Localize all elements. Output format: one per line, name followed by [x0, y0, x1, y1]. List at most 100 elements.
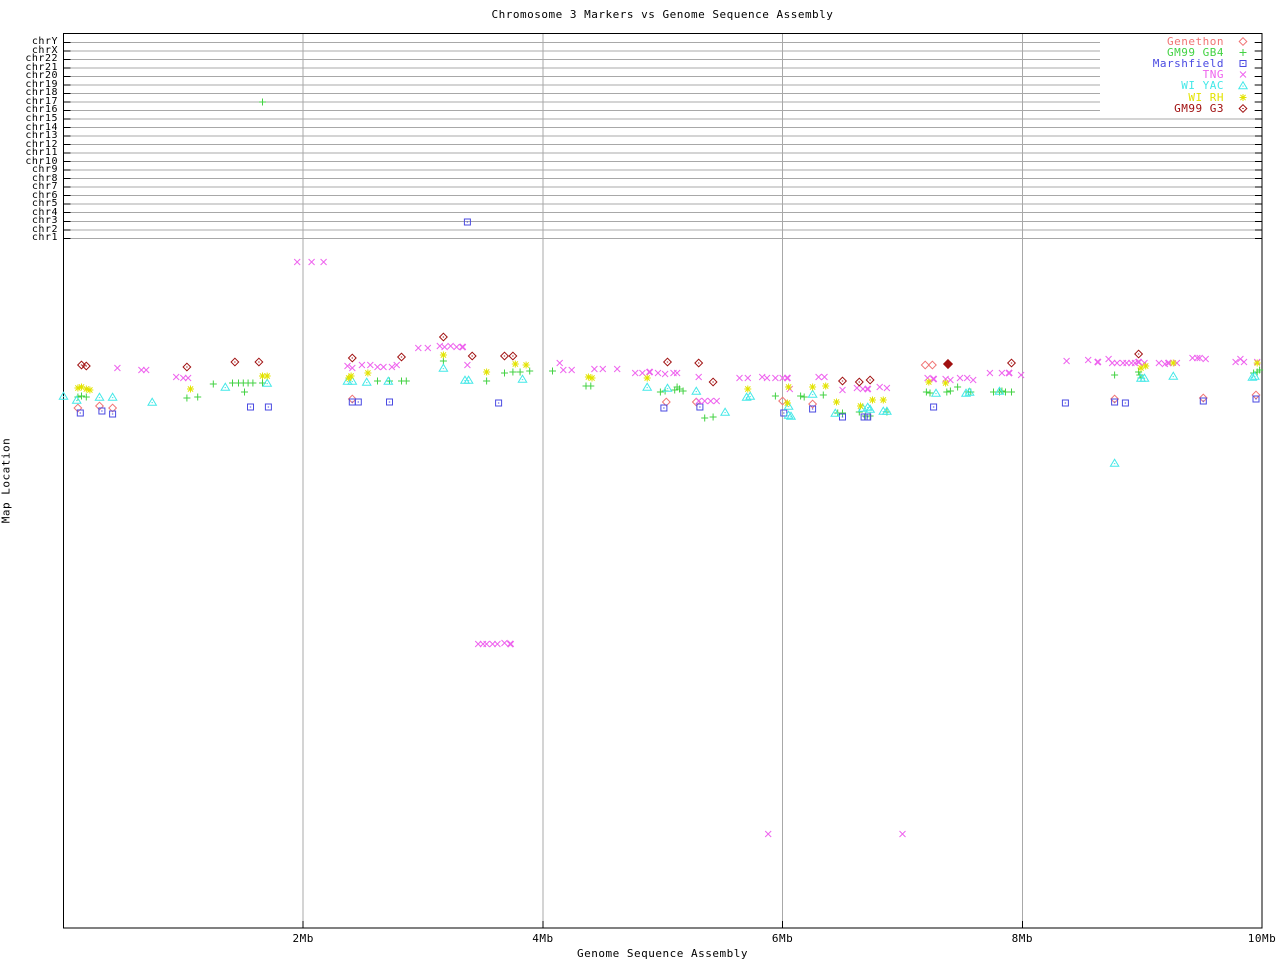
marker: [259, 98, 266, 106]
marker: [483, 368, 491, 376]
marker: [771, 392, 779, 400]
marker: [713, 397, 721, 405]
marker: [86, 386, 94, 394]
marker: [184, 374, 192, 382]
marker: [1240, 358, 1248, 366]
marker: [78, 392, 85, 400]
x-tick-label-8Mb: 8Mb: [1011, 932, 1033, 945]
marker: [956, 374, 964, 382]
marker: [736, 374, 743, 382]
marker: [568, 366, 576, 374]
marker: [366, 361, 374, 369]
marker: [348, 398, 356, 406]
marker: [172, 373, 180, 381]
marker: [361, 377, 372, 386]
x-tick-label-2Mb: 2Mb: [292, 932, 314, 945]
legend-symbol-canvas: [1239, 71, 1247, 79]
legend-symbol-diamond-icon: [1224, 36, 1254, 47]
legend-symbol-diamond-dot-icon: [1224, 103, 1254, 114]
marker: [673, 369, 681, 377]
marker: [1168, 371, 1179, 380]
marker: [94, 401, 105, 411]
legend-label: GM99 G3: [1174, 101, 1224, 115]
marker: [438, 363, 449, 372]
marker: [494, 640, 501, 648]
legend: Genethon GM99 GB4 Marshfield TNG WI YAC WI RH…: [1068, 35, 1254, 115]
legend-symbol-canvas: [1239, 49, 1247, 57]
marker: [374, 377, 381, 385]
marker: [107, 392, 118, 401]
marker: [1109, 458, 1120, 467]
marker: [691, 386, 702, 395]
marker: [458, 343, 467, 351]
series-points-marshfield: [76, 218, 1260, 421]
marker: [293, 258, 301, 266]
marker: [822, 382, 830, 390]
marker: [94, 392, 105, 401]
marker: [438, 332, 448, 342]
marker: [708, 377, 718, 387]
marker: [772, 374, 779, 382]
marker: [414, 344, 422, 352]
marker: [969, 376, 977, 384]
marker: [483, 377, 491, 385]
marker: [1142, 362, 1150, 370]
x-axis-title: Genome Sequence Assembly: [577, 947, 748, 960]
marker: [865, 375, 875, 385]
marker: [783, 399, 791, 407]
legend-symbol-canvas: [1239, 93, 1247, 101]
marker: [809, 405, 817, 413]
marker: [800, 393, 808, 401]
marker: [1202, 355, 1210, 363]
marker: [501, 639, 508, 647]
marker: [74, 393, 82, 401]
marker: [209, 380, 217, 388]
marker: [656, 388, 664, 396]
legend-marker: [1239, 60, 1247, 68]
legend-row-genethon: Genethon: [1068, 35, 1254, 48]
legend-symbol-asterisk-icon: [1224, 92, 1254, 103]
marker: [662, 357, 673, 367]
marker: [927, 360, 937, 370]
legend-symbol-canvas: [1237, 81, 1249, 90]
marker: [643, 374, 651, 382]
marker: [254, 357, 264, 367]
marker: [639, 369, 646, 377]
marker: [899, 830, 906, 838]
marker: [374, 363, 381, 371]
marker: [869, 396, 876, 404]
marker: [1111, 371, 1119, 379]
marker: [441, 343, 448, 351]
marker: [308, 258, 315, 266]
marker: [1134, 349, 1144, 359]
marker: [691, 397, 701, 407]
marker: [147, 397, 158, 406]
marker: [709, 413, 717, 421]
marker: [694, 358, 704, 368]
marker: [187, 385, 194, 393]
marker: [508, 351, 518, 361]
marker: [264, 403, 272, 411]
marker: [662, 383, 673, 392]
marker: [839, 386, 846, 394]
marker: [1155, 359, 1163, 367]
marker: [785, 383, 793, 391]
marker: [1111, 398, 1119, 406]
marker: [1113, 359, 1121, 367]
legend-symbol-canvas: [1238, 103, 1248, 113]
marker: [73, 403, 83, 413]
marker: [1169, 359, 1177, 367]
marker: [864, 385, 872, 393]
marker: [942, 379, 950, 387]
marker: [220, 382, 231, 391]
marker: [364, 369, 372, 377]
marker: [549, 367, 556, 375]
legend-row-marshfield: Marshfield: [1068, 57, 1254, 70]
marker: [613, 365, 621, 373]
legend-marker: [1238, 103, 1248, 113]
marker: [922, 388, 930, 396]
marker: [183, 394, 191, 402]
marker: [807, 389, 818, 398]
marker: [587, 382, 595, 390]
marker: [1061, 399, 1069, 407]
